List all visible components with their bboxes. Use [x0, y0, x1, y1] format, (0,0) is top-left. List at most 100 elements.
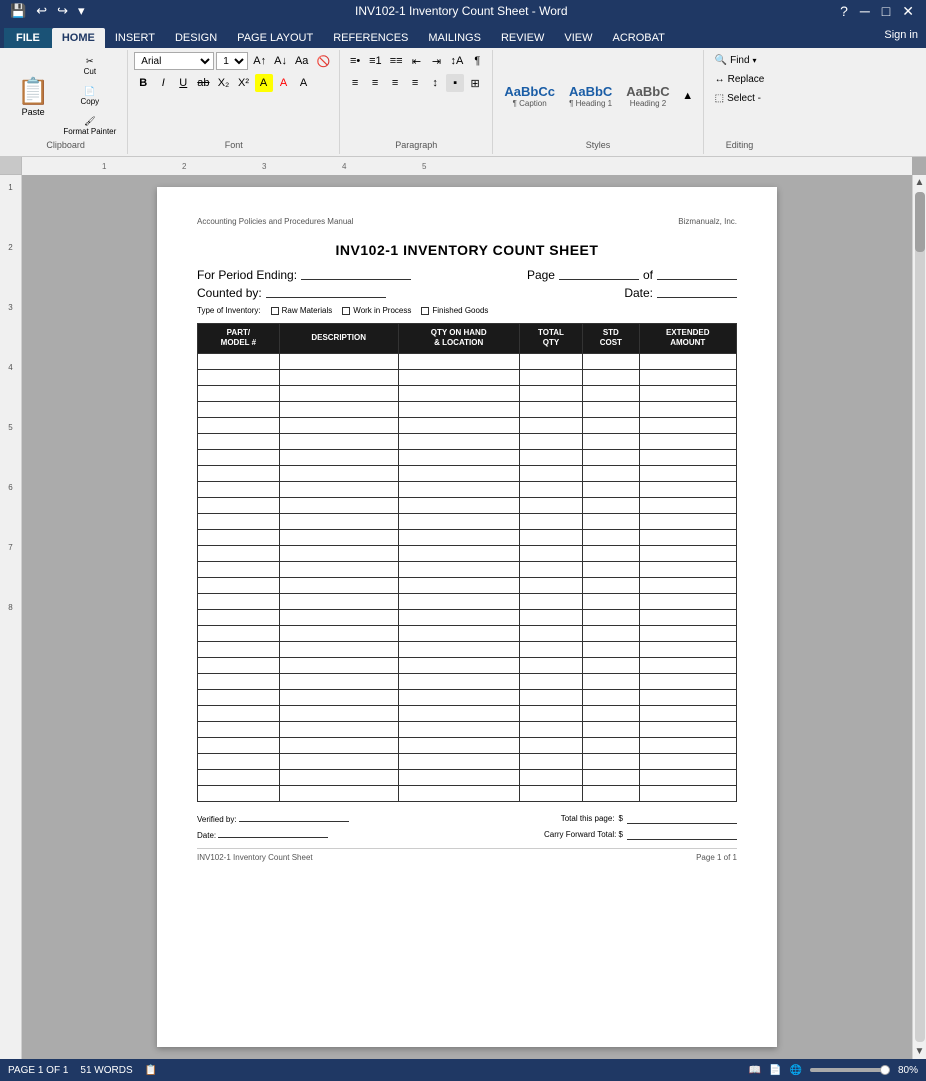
table-row[interactable]	[198, 385, 737, 401]
subscript-button[interactable]: X₂	[215, 74, 233, 92]
table-row[interactable]	[198, 513, 737, 529]
document-container[interactable]: Accounting Policies and Procedures Manua…	[22, 175, 912, 1059]
table-cell[interactable]	[398, 417, 519, 433]
table-cell[interactable]	[279, 529, 398, 545]
table-cell[interactable]	[398, 657, 519, 673]
table-cell[interactable]	[279, 577, 398, 593]
clear-format-button[interactable]: 🚫	[313, 52, 333, 70]
table-cell[interactable]	[639, 529, 737, 545]
table-cell[interactable]	[639, 625, 737, 641]
table-cell[interactable]	[639, 721, 737, 737]
table-row[interactable]	[198, 401, 737, 417]
table-cell[interactable]	[519, 369, 582, 385]
font-size-select[interactable]: 11	[216, 52, 248, 70]
numbering-button[interactable]: ≡1	[366, 52, 385, 70]
table-row[interactable]	[198, 593, 737, 609]
table-cell[interactable]	[583, 417, 639, 433]
table-cell[interactable]	[519, 673, 582, 689]
table-cell[interactable]	[398, 721, 519, 737]
table-cell[interactable]	[279, 353, 398, 369]
help-button[interactable]: ?	[836, 3, 852, 20]
table-cell[interactable]	[198, 545, 280, 561]
italic-button[interactable]: I	[154, 74, 172, 92]
table-cell[interactable]	[279, 513, 398, 529]
table-cell[interactable]	[639, 561, 737, 577]
table-cell[interactable]	[639, 353, 737, 369]
table-cell[interactable]	[583, 481, 639, 497]
table-cell[interactable]	[398, 545, 519, 561]
table-cell[interactable]	[198, 641, 280, 657]
table-cell[interactable]	[398, 689, 519, 705]
table-cell[interactable]	[398, 753, 519, 769]
table-cell[interactable]	[583, 657, 639, 673]
qat-more-button[interactable]: ▾	[76, 3, 87, 19]
table-cell[interactable]	[583, 673, 639, 689]
table-cell[interactable]	[583, 705, 639, 721]
table-row[interactable]	[198, 545, 737, 561]
table-cell[interactable]	[279, 625, 398, 641]
table-cell[interactable]	[583, 449, 639, 465]
table-cell[interactable]	[279, 721, 398, 737]
table-cell[interactable]	[519, 545, 582, 561]
tab-design[interactable]: DESIGN	[165, 28, 227, 48]
close-button[interactable]: ✕	[898, 3, 918, 20]
table-cell[interactable]	[398, 641, 519, 657]
table-cell[interactable]	[198, 417, 280, 433]
table-cell[interactable]	[519, 785, 582, 801]
table-row[interactable]	[198, 369, 737, 385]
table-cell[interactable]	[398, 769, 519, 785]
scrollbar-thumb[interactable]	[915, 192, 925, 252]
table-cell[interactable]	[279, 689, 398, 705]
table-cell[interactable]	[639, 513, 737, 529]
table-cell[interactable]	[398, 705, 519, 721]
table-row[interactable]	[198, 529, 737, 545]
table-row[interactable]	[198, 625, 737, 641]
select-button[interactable]: ⬚ Select -	[710, 90, 766, 107]
table-cell[interactable]	[279, 641, 398, 657]
style-caption[interactable]: AaBbCc ¶ Caption	[499, 81, 560, 111]
table-cell[interactable]	[279, 737, 398, 753]
table-cell[interactable]	[519, 641, 582, 657]
table-row[interactable]	[198, 449, 737, 465]
table-row[interactable]	[198, 657, 737, 673]
table-cell[interactable]	[198, 705, 280, 721]
table-cell[interactable]	[583, 465, 639, 481]
table-cell[interactable]	[279, 465, 398, 481]
table-cell[interactable]	[519, 625, 582, 641]
sign-in-button[interactable]: Sign in	[876, 25, 926, 45]
line-spacing-button[interactable]: ↕	[426, 74, 444, 92]
table-cell[interactable]	[583, 497, 639, 513]
scrollbar-track[interactable]	[915, 192, 925, 1042]
table-cell[interactable]	[639, 673, 737, 689]
redo-button[interactable]: ↪	[55, 3, 70, 19]
table-cell[interactable]	[639, 433, 737, 449]
table-cell[interactable]	[279, 785, 398, 801]
table-cell[interactable]	[198, 609, 280, 625]
table-cell[interactable]	[519, 449, 582, 465]
table-cell[interactable]	[639, 385, 737, 401]
table-cell[interactable]	[279, 545, 398, 561]
tab-acrobat[interactable]: ACROBAT	[602, 28, 674, 48]
table-cell[interactable]	[519, 769, 582, 785]
table-cell[interactable]	[398, 609, 519, 625]
table-row[interactable]	[198, 353, 737, 369]
tab-page-layout[interactable]: PAGE LAYOUT	[227, 28, 323, 48]
table-cell[interactable]	[198, 785, 280, 801]
align-left-button[interactable]: ≡	[346, 74, 364, 92]
table-cell[interactable]	[279, 561, 398, 577]
superscript-button[interactable]: X²	[235, 74, 253, 92]
table-cell[interactable]	[279, 673, 398, 689]
table-cell[interactable]	[583, 529, 639, 545]
table-cell[interactable]	[398, 449, 519, 465]
table-cell[interactable]	[639, 609, 737, 625]
table-cell[interactable]	[519, 657, 582, 673]
tab-references[interactable]: REFERENCES	[323, 28, 418, 48]
paste-button[interactable]: 📋 Paste	[10, 73, 56, 120]
table-cell[interactable]	[279, 769, 398, 785]
table-cell[interactable]	[519, 465, 582, 481]
table-cell[interactable]	[519, 417, 582, 433]
sort-button[interactable]: ↕A	[448, 52, 467, 70]
table-cell[interactable]	[639, 497, 737, 513]
view-read-icon[interactable]: 📖	[749, 1065, 761, 1076]
table-cell[interactable]	[198, 497, 280, 513]
